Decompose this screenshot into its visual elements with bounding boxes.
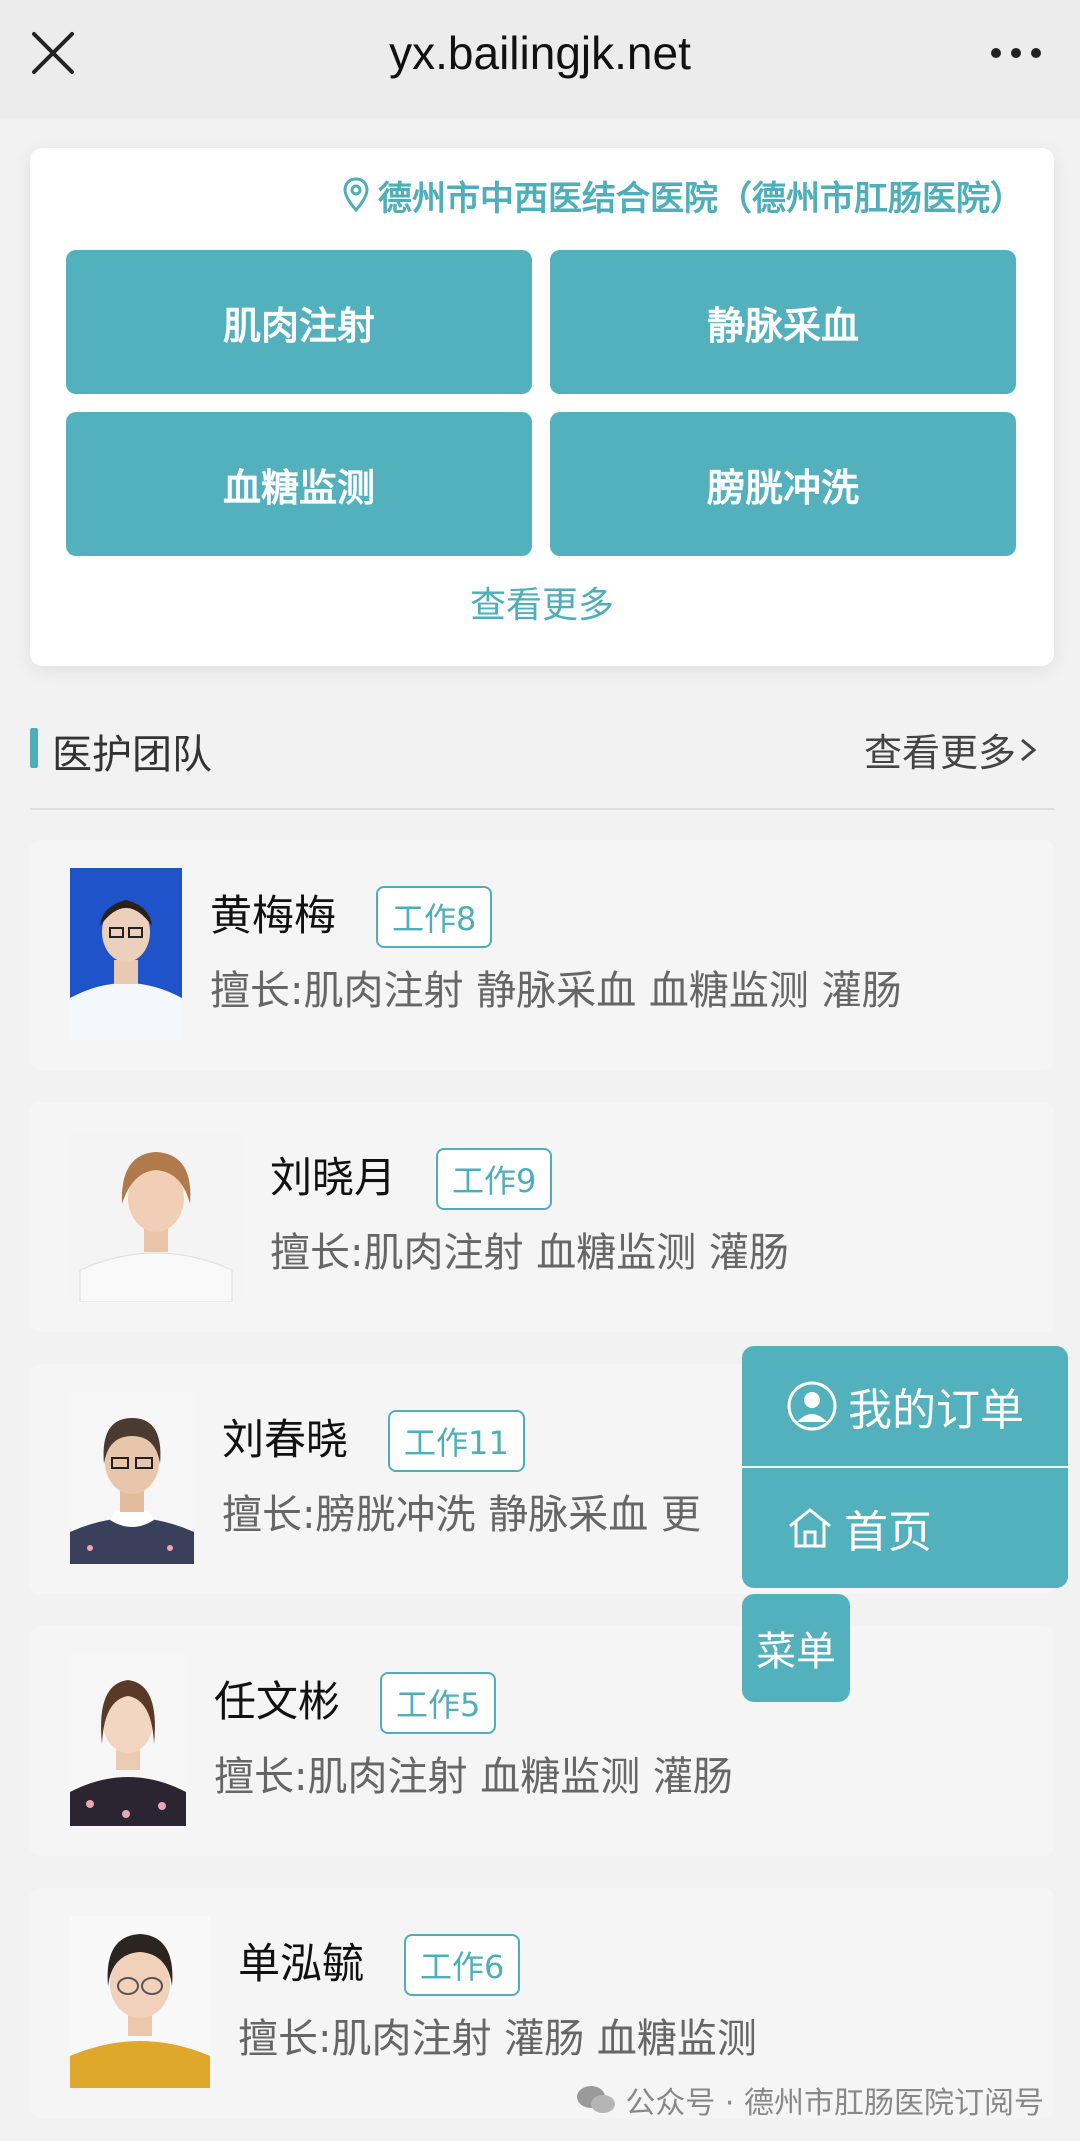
- staff-photo: [70, 1130, 242, 1302]
- staff-photo: [70, 1916, 210, 2088]
- more-options-icon[interactable]: [986, 30, 1046, 76]
- staff-name: 刘春晓: [222, 1415, 349, 1464]
- browser-top-bar: yx.bailingjk.net: [0, 0, 1080, 118]
- team-section-header: 医护团队 查看更多: [30, 722, 1054, 782]
- experience-badge: 工作6: [404, 1934, 521, 1996]
- staff-photo: [70, 1654, 186, 1826]
- service-button-im-injection[interactable]: 肌肉注射: [66, 250, 532, 394]
- staff-card[interactable]: 黄梅梅 工作8 擅长:肌肉注射 静脉采血 血糖监测 灌肠: [30, 840, 1054, 1070]
- staff-name: 单泓毓: [238, 1939, 365, 1988]
- user-icon: [787, 1381, 837, 1431]
- services-view-more-link[interactable]: 查看更多: [30, 576, 1054, 628]
- my-orders-label: 我的订单: [848, 1385, 1024, 1436]
- floating-menu-panel: 我的订单 首页: [742, 1346, 1068, 1588]
- service-card: 德州市中西医结合医院（德州市肛肠医院） 肌肉注射 静脉采血 血糖监测 膀胱冲洗 …: [30, 148, 1054, 666]
- staff-skills: 擅长:肌肉注射 静脉采血 血糖监测 灌肠: [210, 968, 902, 1014]
- home-label: 首页: [844, 1507, 932, 1558]
- team-view-more-link[interactable]: 查看更多: [864, 722, 1040, 777]
- service-button-glucose-monitoring[interactable]: 血糖监测: [66, 412, 532, 556]
- experience-badge: 工作8: [376, 886, 493, 948]
- staff-name: 任文彬: [214, 1677, 341, 1726]
- service-button-blood-draw[interactable]: 静脉采血: [550, 250, 1016, 394]
- section-divider: [30, 808, 1054, 810]
- chevron-right-icon: [1021, 738, 1037, 761]
- staff-skills: 擅长:膀胱冲洗 静脉采血 更: [222, 1492, 701, 1538]
- team-section-title: 医护团队: [52, 732, 212, 778]
- watermark: 公众号 · 德州市肛肠医院订阅号: [575, 2078, 1044, 2122]
- page-url: yx.bailingjk.net: [389, 27, 691, 79]
- home-icon: [789, 1508, 831, 1548]
- location-pin-icon: [343, 177, 369, 213]
- hospital-location[interactable]: 德州市中西医结合医院（德州市肛肠医院）: [342, 170, 1024, 220]
- experience-badge: 工作9: [436, 1148, 553, 1210]
- section-accent-bar: [30, 728, 38, 768]
- experience-badge: 工作5: [380, 1672, 497, 1734]
- staff-name: 刘晓月: [270, 1153, 397, 1202]
- hospital-name: 德州市中西医结合医院（德州市肛肠医院）: [378, 178, 1024, 219]
- home-button[interactable]: 首页: [742, 1468, 1068, 1588]
- experience-badge: 工作11: [388, 1410, 525, 1472]
- staff-photo: [70, 868, 182, 1040]
- staff-name: 黄梅梅: [210, 891, 337, 940]
- my-orders-button[interactable]: 我的订单: [742, 1346, 1068, 1466]
- menu-toggle-button[interactable]: 菜单: [742, 1594, 850, 1702]
- watermark-text: 公众号 · 德州市肛肠医院订阅号: [625, 2086, 1044, 2121]
- wechat-icon: [577, 2086, 616, 2113]
- staff-skills: 擅长:肌肉注射 血糖监测 灌肠: [270, 1230, 789, 1276]
- service-button-bladder-irrigation[interactable]: 膀胱冲洗: [550, 412, 1016, 556]
- staff-skills: 擅长:肌肉注射 血糖监测 灌肠: [214, 1754, 733, 1800]
- team-view-more-label: 查看更多: [863, 731, 1016, 775]
- staff-photo: [70, 1392, 194, 1564]
- staff-card[interactable]: 任文彬 工作5 擅长:肌肉注射 血糖监测 灌肠: [30, 1626, 1054, 1856]
- staff-skills: 擅长:肌肉注射 灌肠 血糖监测: [238, 2016, 757, 2062]
- staff-card[interactable]: 刘晓月 工作9 擅长:肌肉注射 血糖监测 灌肠: [30, 1102, 1054, 1332]
